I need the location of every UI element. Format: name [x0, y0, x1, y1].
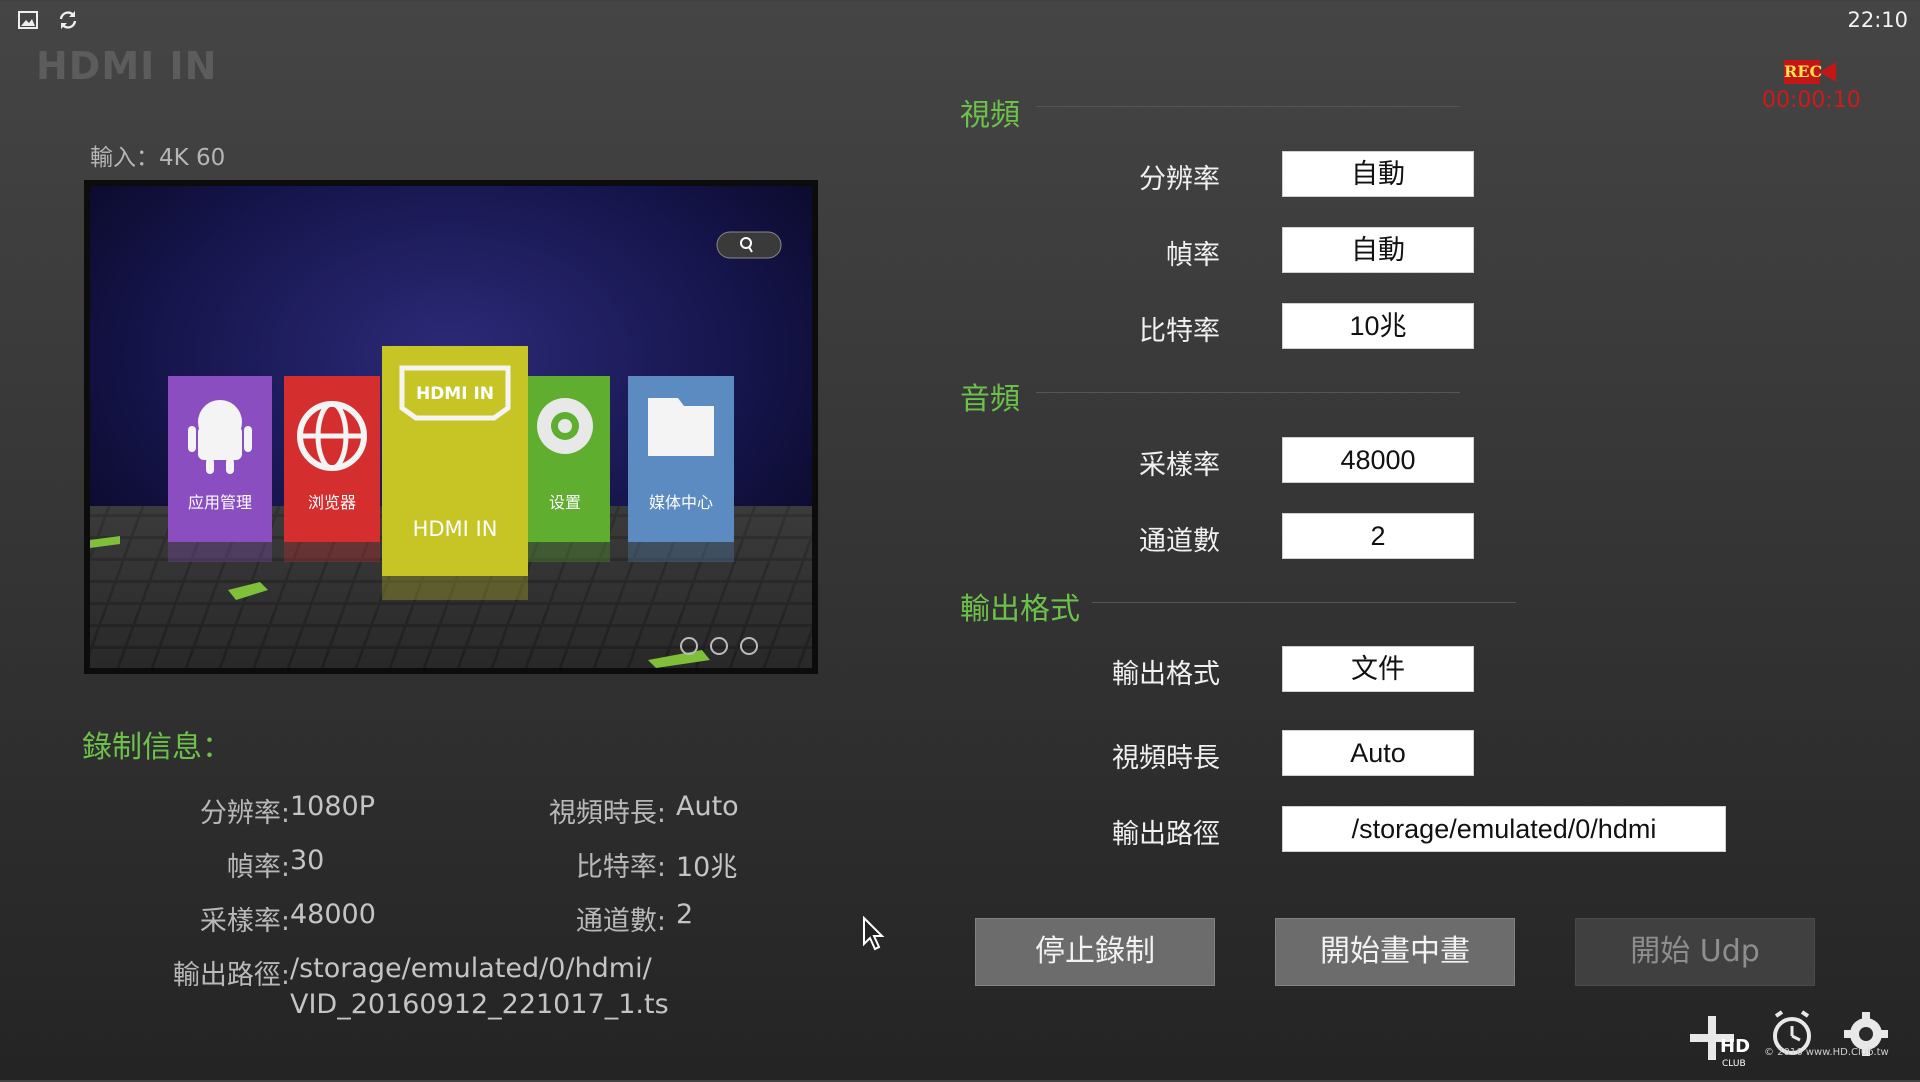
stop-record-button[interactable]: 停止錄制: [975, 918, 1215, 986]
info-path-value: /storage/emulated/0/hdmi/: [290, 953, 652, 984]
tile-settings: [520, 376, 610, 562]
preview-search-icon: [716, 231, 782, 259]
section-divider: [1036, 106, 1460, 107]
svg-text:CLUB: CLUB: [1722, 1059, 1746, 1069]
info-framerate-value: 30: [290, 845, 325, 876]
resolution-select[interactable]: 自動: [1282, 151, 1474, 197]
info-resolution-value: 1080P: [290, 791, 375, 822]
bitrate-select[interactable]: 10兆: [1282, 303, 1474, 349]
info-path-label: 輸出路徑:: [172, 960, 290, 991]
status-clock: 22:10: [1847, 8, 1908, 32]
resolution-label: 分辨率: [1139, 164, 1220, 195]
section-video-title: 視頻: [960, 98, 1020, 133]
framerate-label: 幀率: [1166, 240, 1220, 271]
info-channels-label: 通道數:: [575, 906, 666, 937]
record-info-header: 錄制信息：: [82, 730, 232, 765]
info-duration-value: Auto: [676, 791, 739, 822]
start-udp-button[interactable]: 開始 Udp: [1575, 918, 1815, 986]
samplerate-label: 采樣率: [1139, 450, 1220, 481]
info-bitrate-label: 比特率:: [575, 852, 666, 883]
copyright-text: © 2016 www.HD.Club.tw: [1764, 1047, 1889, 1058]
bottom-watermark: HD CLUB: [1690, 1008, 1920, 1078]
rec-camera-icon: [1820, 62, 1836, 82]
rec-badge: REC: [1784, 60, 1836, 84]
tile-media-center: [628, 376, 734, 562]
section-divider: [1036, 392, 1460, 393]
hd-club-logo: HD CLUB: [1720, 1036, 1750, 1069]
sync-icon: [56, 8, 80, 32]
channels-label: 通道數: [1139, 526, 1220, 557]
tile-label: 浏览器: [308, 493, 356, 512]
info-file-name: VID_20160912_221017_1.ts: [290, 989, 669, 1020]
svg-text:HD: HD: [1720, 1036, 1750, 1057]
info-bitrate-value: 10兆: [676, 852, 738, 883]
rec-elapsed-time: 00:00:10: [1762, 88, 1861, 113]
tile-apps: [168, 376, 272, 562]
tile-label: 设置: [549, 493, 581, 512]
tile-label: HDMI IN: [413, 517, 498, 541]
info-framerate-label: 幀率:: [226, 852, 290, 883]
tile-label: 媒体中心: [649, 493, 713, 512]
start-pip-button[interactable]: 開始畫中畫: [1275, 918, 1515, 986]
info-duration-label: 視頻時長:: [548, 798, 666, 829]
output-path-field[interactable]: /storage/emulated/0/hdmi: [1282, 806, 1726, 852]
section-divider: [1092, 602, 1516, 603]
info-resolution-label: 分辨率:: [199, 798, 290, 829]
output-format-select[interactable]: 文件: [1282, 646, 1474, 692]
framerate-select[interactable]: 自動: [1282, 227, 1474, 273]
preview-screen: 应用管理 浏览器 HDMI IN HDMI IN 设置 媒体中心: [90, 186, 812, 668]
input-signal-info: 輸入：4K 60: [90, 145, 226, 171]
info-samplerate-label: 采樣率:: [199, 906, 290, 937]
app-title: HDMI IN: [36, 44, 218, 88]
info-samplerate-value: 48000: [290, 899, 376, 930]
duration-select[interactable]: Auto: [1282, 730, 1474, 776]
info-channels-value: 2: [676, 899, 694, 930]
bitrate-label: 比特率: [1139, 316, 1220, 347]
tile-browser: [284, 376, 380, 562]
channels-select[interactable]: 2: [1282, 513, 1474, 559]
image-icon: [16, 8, 40, 32]
hdmi-preview: 应用管理 浏览器 HDMI IN HDMI IN 设置 媒体中心: [84, 180, 818, 674]
samplerate-select[interactable]: 48000: [1282, 437, 1474, 483]
duration-label: 視頻時長: [1112, 743, 1220, 774]
section-output-title: 輸出格式: [960, 592, 1080, 627]
output-path-label: 輸出路徑: [1112, 819, 1220, 850]
output-format-label: 輸出格式: [1112, 659, 1220, 690]
hdmi-logo-text: HDMI IN: [416, 384, 494, 404]
section-audio-title: 音頻: [960, 382, 1020, 417]
mouse-cursor-icon: [862, 915, 886, 956]
rec-label: REC: [1784, 60, 1822, 84]
tile-label: 应用管理: [188, 493, 252, 512]
